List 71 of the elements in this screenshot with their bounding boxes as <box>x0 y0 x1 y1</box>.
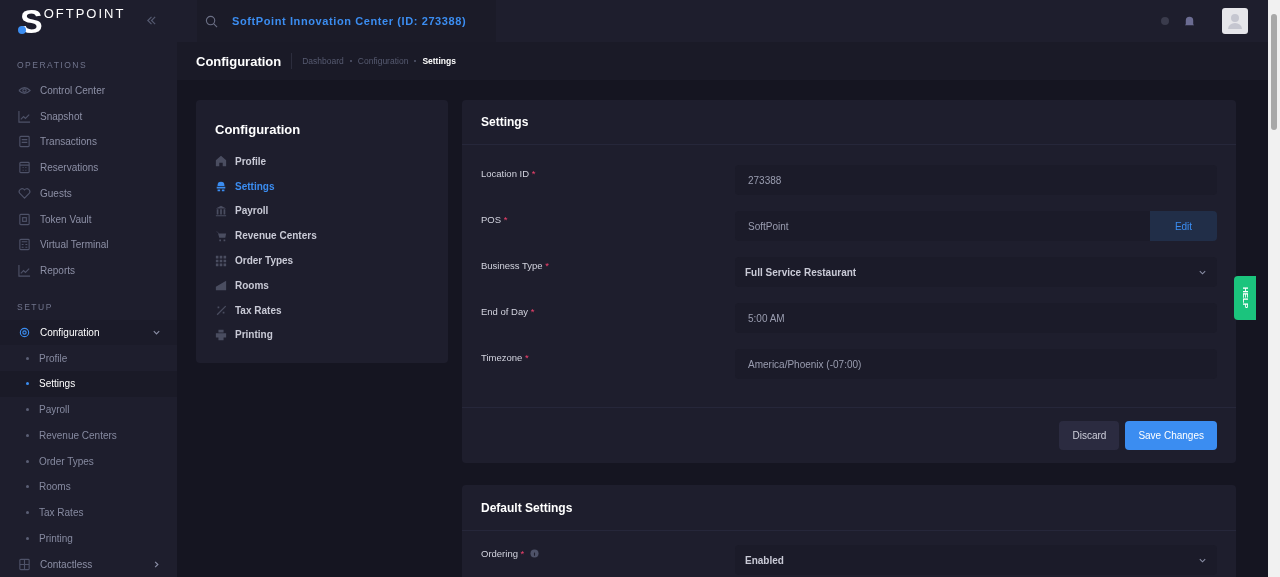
menu-item[interactable]: Order Types <box>215 248 429 273</box>
sidebar-subitem[interactable]: Tax Rates <box>0 499 177 526</box>
field-label: Timezone * <box>481 351 530 363</box>
menu-item[interactable]: Payroll <box>215 198 429 224</box>
card-title: Settings <box>481 115 529 129</box>
cart-icon <box>215 229 227 242</box>
menu-item[interactable]: Profile <box>215 149 429 174</box>
input-field[interactable]: 5:00 AM <box>735 303 1217 333</box>
sidebar-subitem[interactable]: Settings <box>0 371 177 397</box>
terminal-icon <box>18 238 31 252</box>
sidebar-item[interactable]: Guests <box>0 180 177 207</box>
list-icon <box>18 135 31 149</box>
sidebar-item[interactable]: Token Vault <box>0 206 177 233</box>
select-field[interactable]: Full Service Restaurant <box>735 257 1217 287</box>
sidebar-subitem[interactable]: Payroll <box>0 396 177 423</box>
save-button[interactable]: Save Changes <box>1125 421 1217 450</box>
card-title: Default Settings <box>481 500 573 515</box>
chart-icon <box>18 109 31 123</box>
heart-icon <box>18 186 31 200</box>
menu-item[interactable]: Settings <box>215 173 429 199</box>
field-label: End of Day * <box>481 305 536 317</box>
menu-item[interactable]: Rooms <box>215 273 429 298</box>
grid-icon <box>18 557 31 571</box>
menu-item[interactable]: Revenue Centers <box>215 223 429 249</box>
status-dot-icon[interactable] <box>1161 17 1169 25</box>
scrollbar[interactable] <box>1268 0 1280 577</box>
field-label: Ordering * <box>481 548 525 559</box>
card-title: Configuration <box>215 122 302 137</box>
sidebar-item[interactable]: Reservations <box>0 154 177 181</box>
input-field[interactable]: 273388 <box>735 165 1217 195</box>
sidebar-item[interactable]: Transactions <box>0 129 177 155</box>
input-field[interactable]: America/Phoenix (-07:00) <box>735 349 1217 379</box>
search-field[interactable]: SoftPoint Innovation Center (ID: 273388) <box>197 0 497 42</box>
sidebar-subitem[interactable]: Revenue Centers <box>0 422 177 449</box>
field-label: Location ID * <box>481 167 537 179</box>
printer-icon <box>215 328 227 341</box>
section-heading: SETUP <box>16 300 54 314</box>
grid-icon <box>215 254 227 267</box>
bar-chart-icon <box>215 279 227 292</box>
breadcrumb-link[interactable]: Settings <box>422 56 456 66</box>
select-field[interactable]: Enabled <box>735 545 1217 575</box>
discard-button[interactable]: Discard <box>1059 421 1120 450</box>
sidebar-item[interactable]: Snapshot <box>0 103 177 130</box>
vault-icon <box>18 212 31 226</box>
field-label: Business Type * <box>481 259 550 271</box>
collapse-icon[interactable] <box>146 15 157 27</box>
info-icon[interactable] <box>530 549 540 558</box>
input-field[interactable]: SoftPoint <box>735 211 1150 241</box>
page-title: Configuration <box>196 53 282 69</box>
house-icon <box>215 155 227 168</box>
sidebar-item[interactable]: Reports <box>0 257 177 284</box>
menu-item[interactable]: Tax Rates <box>215 297 429 323</box>
sidebar-item[interactable]: Control Center <box>0 77 177 104</box>
sidebar-item[interactable]: Contactless <box>0 551 177 577</box>
avatar-icon[interactable] <box>1222 8 1248 34</box>
bank-icon <box>215 205 227 217</box>
chart-icon <box>18 264 31 278</box>
sidebar-item[interactable]: Configuration <box>0 319 177 346</box>
sidebar-subitem[interactable]: Profile <box>0 345 177 372</box>
section-heading: OPERATIONS <box>16 58 89 72</box>
edit-button[interactable]: Edit <box>1150 211 1217 241</box>
sidebar-subitem[interactable]: Rooms <box>0 474 177 500</box>
field-label: POS * <box>481 213 509 225</box>
sidebar-item[interactable]: Virtual Terminal <box>0 232 177 258</box>
sidebar-subitem[interactable]: Order Types <box>0 448 177 475</box>
percent-icon <box>215 304 227 317</box>
calendar-icon <box>18 161 31 175</box>
search-icon <box>205 14 218 28</box>
bell-icon[interactable] <box>1183 14 1196 28</box>
menu-item[interactable]: Printing <box>215 322 429 348</box>
sidebar-subitem[interactable]: Printing <box>0 525 177 552</box>
